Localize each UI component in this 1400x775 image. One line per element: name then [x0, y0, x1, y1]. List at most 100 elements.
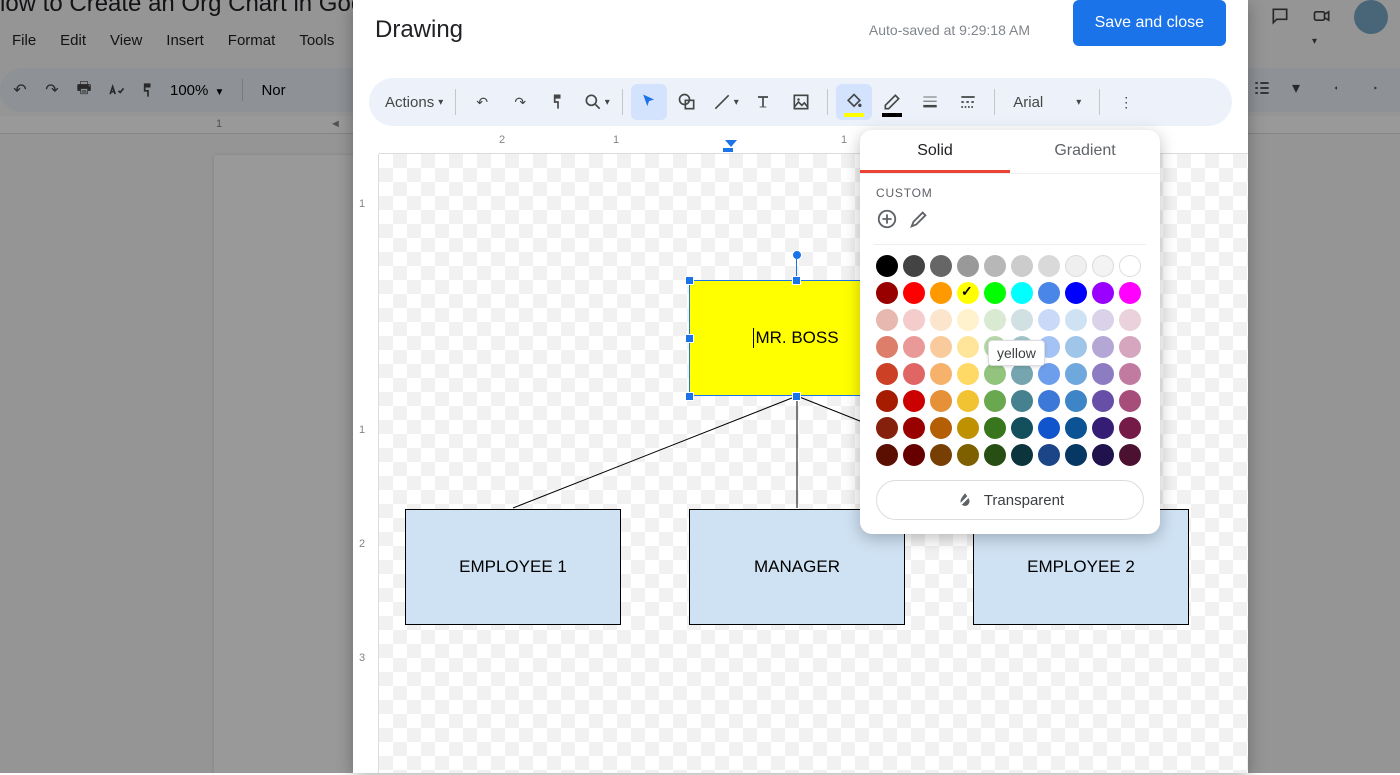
- select-tool[interactable]: [631, 84, 667, 120]
- color-swatch[interactable]: [1119, 255, 1141, 277]
- color-swatch[interactable]: [1011, 309, 1033, 331]
- color-swatch[interactable]: [1092, 417, 1114, 439]
- color-swatch[interactable]: [903, 363, 925, 385]
- color-swatch[interactable]: [903, 282, 925, 304]
- color-swatch[interactable]: [1065, 363, 1087, 385]
- color-swatch[interactable]: [930, 444, 952, 466]
- color-swatch[interactable]: [930, 417, 952, 439]
- color-swatch[interactable]: [957, 444, 979, 466]
- color-swatch[interactable]: [957, 363, 979, 385]
- color-swatch[interactable]: [930, 336, 952, 358]
- color-swatch[interactable]: [1065, 417, 1087, 439]
- fill-color-button[interactable]: [836, 84, 872, 120]
- text-box-tool[interactable]: [745, 84, 781, 120]
- color-swatch[interactable]: [876, 255, 898, 277]
- border-color-button[interactable]: [874, 84, 910, 120]
- color-swatch[interactable]: [876, 390, 898, 412]
- resize-handle-sw[interactable]: [685, 392, 694, 401]
- color-swatch[interactable]: [1092, 336, 1114, 358]
- tab-solid[interactable]: Solid: [860, 130, 1010, 173]
- color-swatch[interactable]: [930, 282, 952, 304]
- resize-handle-nw[interactable]: [685, 276, 694, 285]
- color-swatch[interactable]: [957, 255, 979, 277]
- undo-button[interactable]: ↶: [464, 84, 500, 120]
- color-swatch[interactable]: [1065, 444, 1087, 466]
- color-swatch[interactable]: [957, 309, 979, 331]
- color-swatch[interactable]: [1038, 255, 1060, 277]
- color-swatch[interactable]: [1065, 309, 1087, 331]
- color-swatch[interactable]: [1011, 417, 1033, 439]
- color-swatch[interactable]: [1065, 390, 1087, 412]
- color-swatch[interactable]: [930, 309, 952, 331]
- shape-tool[interactable]: [669, 84, 705, 120]
- ruler-vertical[interactable]: 1 1 2 3: [353, 154, 379, 773]
- color-swatch[interactable]: [1092, 309, 1114, 331]
- color-swatch[interactable]: [1038, 363, 1060, 385]
- indent-marker-icon[interactable]: [725, 140, 737, 147]
- shape-employee-1[interactable]: EMPLOYEE 1: [405, 509, 621, 625]
- color-swatch[interactable]: [1092, 390, 1114, 412]
- border-weight-button[interactable]: [912, 84, 948, 120]
- color-swatch[interactable]: [1119, 390, 1141, 412]
- color-swatch[interactable]: [876, 417, 898, 439]
- color-swatch[interactable]: [1119, 309, 1141, 331]
- color-swatch[interactable]: [984, 417, 1006, 439]
- tab-gradient[interactable]: Gradient: [1010, 130, 1160, 173]
- color-swatch[interactable]: [1119, 282, 1141, 304]
- color-swatch[interactable]: [876, 282, 898, 304]
- color-swatch[interactable]: [957, 336, 979, 358]
- more-options-button[interactable]: ⋮: [1108, 84, 1144, 120]
- color-swatch[interactable]: [876, 336, 898, 358]
- color-swatch[interactable]: [903, 255, 925, 277]
- color-swatch[interactable]: [876, 309, 898, 331]
- resize-handle-s[interactable]: [792, 392, 801, 401]
- color-swatch[interactable]: [957, 282, 979, 304]
- color-swatch[interactable]: [1038, 444, 1060, 466]
- color-swatch[interactable]: [1119, 336, 1141, 358]
- color-swatch[interactable]: [903, 390, 925, 412]
- resize-handle-w[interactable]: [685, 334, 694, 343]
- color-swatch[interactable]: [984, 255, 1006, 277]
- rotation-handle[interactable]: [792, 250, 802, 260]
- resize-handle-n[interactable]: [792, 276, 801, 285]
- line-tool[interactable]: ▾: [707, 84, 743, 120]
- color-swatch[interactable]: [876, 444, 898, 466]
- eyedropper-button[interactable]: [908, 208, 930, 230]
- color-swatch[interactable]: [1038, 390, 1060, 412]
- color-swatch[interactable]: [957, 417, 979, 439]
- color-swatch[interactable]: [903, 309, 925, 331]
- color-swatch[interactable]: [1092, 282, 1114, 304]
- image-tool[interactable]: [783, 84, 819, 120]
- color-swatch[interactable]: [930, 390, 952, 412]
- color-swatch[interactable]: [1065, 282, 1087, 304]
- indent-marker-base-icon[interactable]: [723, 148, 733, 152]
- color-swatch[interactable]: [1011, 390, 1033, 412]
- transparent-button[interactable]: Transparent: [876, 480, 1144, 520]
- border-dash-button[interactable]: [950, 84, 986, 120]
- color-swatch[interactable]: [1011, 363, 1033, 385]
- color-swatch[interactable]: [984, 282, 1006, 304]
- color-swatch[interactable]: [1038, 417, 1060, 439]
- color-swatch[interactable]: [1092, 363, 1114, 385]
- color-swatch[interactable]: [984, 363, 1006, 385]
- font-selector[interactable]: Arial▾: [1003, 84, 1091, 120]
- color-swatch[interactable]: [930, 255, 952, 277]
- color-swatch[interactable]: [903, 336, 925, 358]
- color-swatch[interactable]: [1065, 255, 1087, 277]
- add-custom-color-button[interactable]: [876, 208, 898, 230]
- color-swatch[interactable]: [984, 444, 1006, 466]
- zoom-button[interactable]: ▾: [578, 84, 614, 120]
- color-swatch[interactable]: [1038, 309, 1060, 331]
- save-close-button[interactable]: Save and close: [1073, 0, 1226, 46]
- color-swatch[interactable]: [984, 309, 1006, 331]
- color-swatch[interactable]: [1092, 444, 1114, 466]
- color-swatch[interactable]: [1119, 444, 1141, 466]
- color-swatch[interactable]: [957, 390, 979, 412]
- paint-format-button[interactable]: [540, 84, 576, 120]
- color-swatch[interactable]: [1011, 444, 1033, 466]
- color-swatch[interactable]: [1038, 282, 1060, 304]
- actions-menu[interactable]: Actions▾: [381, 84, 447, 120]
- color-swatch[interactable]: [1011, 255, 1033, 277]
- color-swatch[interactable]: [1119, 363, 1141, 385]
- color-swatch[interactable]: [930, 363, 952, 385]
